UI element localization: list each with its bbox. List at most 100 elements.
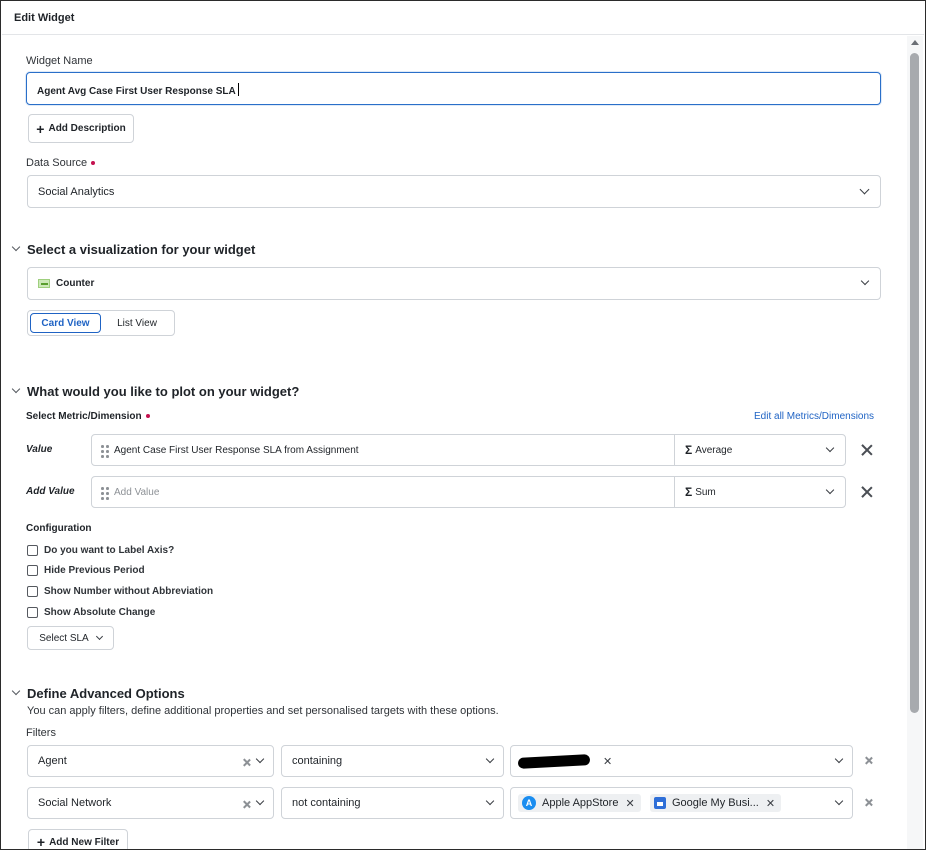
chevron-down-icon	[860, 276, 870, 286]
filter-field-value: Social Network	[38, 797, 112, 809]
data-source-label: Data Source	[26, 157, 96, 169]
visualization-value: Counter	[38, 278, 94, 289]
apple-appstore-icon: A	[522, 796, 536, 810]
view-toggle: Card View List View	[27, 310, 175, 336]
list-view-tab[interactable]: List View	[102, 313, 172, 333]
aggregation-value: Σ Sum	[685, 485, 716, 499]
label-axis-checkbox[interactable]	[27, 545, 38, 556]
chip-label: Apple AppStore	[542, 797, 619, 809]
text-caret	[237, 83, 239, 96]
aggregation-select[interactable]: Σ Average	[675, 435, 845, 465]
add-description-label: Add Description	[48, 123, 126, 134]
widget-name-label: Widget Name	[26, 55, 93, 67]
data-source-select[interactable]: Social Analytics	[27, 175, 881, 208]
plus-icon: +	[36, 834, 46, 850]
add-description-button[interactable]: + Add Description	[28, 114, 134, 143]
configuration-title: Configuration	[26, 523, 92, 534]
add-value-row-label: Add Value	[26, 486, 75, 497]
clear-close-icon[interactable]	[242, 758, 254, 770]
chevron-down-icon	[834, 754, 844, 764]
required-indicator	[91, 161, 96, 166]
required-indicator	[145, 414, 150, 419]
scrollbar-thumb[interactable]	[910, 53, 919, 713]
show-number-checkbox[interactable]	[27, 586, 38, 597]
filter-field-select[interactable]: Agent	[27, 745, 274, 777]
filter-field-value: Agent	[38, 755, 67, 767]
select-sla-label: Select SLA	[39, 632, 89, 644]
add-value-placeholder: Add Value	[114, 487, 160, 498]
aggregation-select[interactable]: Σ Sum	[675, 477, 845, 507]
remove-add-value-close-icon[interactable]	[861, 486, 873, 498]
sigma-icon: Σ	[685, 485, 693, 499]
chip-close-icon[interactable]: ✕	[625, 797, 634, 810]
drag-handle-icon[interactable]	[101, 445, 109, 458]
sigma-icon: Σ	[685, 443, 693, 457]
visualization-select[interactable]: Counter	[27, 267, 881, 300]
label-axis-label: Do you want to Label Axis?	[44, 545, 175, 556]
data-source-label-text: Data Source	[26, 157, 88, 169]
show-absolute-change-checkbox[interactable]	[27, 607, 38, 618]
remove-filter-close-icon[interactable]	[864, 798, 876, 810]
filter-operator-select[interactable]: not containing	[281, 787, 504, 819]
select-sla-button[interactable]: Select SLA	[27, 626, 114, 650]
edit-all-metrics-link[interactable]: Edit all Metrics/Dimensions	[754, 411, 874, 422]
filter-values-select[interactable]: A Apple AppStore ✕ Google My Busi... ✕	[510, 787, 853, 819]
aggregation-text: Average	[695, 444, 733, 456]
show-absolute-change-label: Show Absolute Change	[44, 607, 156, 618]
chevron-down-icon	[825, 485, 835, 495]
collapse-chevron-icon[interactable]	[11, 686, 21, 696]
collapse-chevron-icon[interactable]	[11, 384, 21, 394]
add-new-filter-label: Add New Filter	[49, 836, 120, 848]
chip-label: Google My Busi...	[672, 797, 759, 809]
remove-filter-close-icon[interactable]	[864, 756, 876, 768]
filter-value-chip: ✕	[516, 752, 618, 770]
advanced-section-title: Define Advanced Options	[27, 686, 185, 701]
dialog-header: Edit Widget	[2, 2, 924, 35]
plot-section-title: What would you like to plot on your widg…	[27, 384, 300, 399]
redacted-value	[517, 753, 591, 769]
data-source-value: Social Analytics	[38, 186, 115, 198]
filter-value-chip: Google My Busi... ✕	[650, 794, 782, 812]
chevron-down-icon	[255, 754, 265, 764]
aggregation-text: Sum	[695, 486, 716, 498]
chip-close-icon[interactable]: ✕	[766, 797, 775, 810]
filter-operator-value: containing	[292, 755, 343, 767]
drag-handle-icon[interactable]	[101, 487, 109, 500]
add-value-field[interactable]: Add Value Σ Sum	[91, 476, 846, 508]
aggregation-value: Σ Average	[685, 443, 732, 457]
plus-icon: +	[36, 120, 45, 137]
filter-field-select[interactable]: Social Network	[27, 787, 274, 819]
hide-previous-period-checkbox[interactable]	[27, 565, 38, 576]
collapse-chevron-icon[interactable]	[11, 242, 21, 252]
chevron-down-icon	[859, 184, 870, 195]
hide-previous-period-label: Hide Previous Period	[44, 565, 145, 576]
card-view-tab[interactable]: Card View	[30, 313, 101, 333]
clear-close-icon[interactable]	[242, 800, 254, 812]
widget-name-input[interactable]: Agent Avg Case First User Response SLA	[26, 72, 881, 105]
metric-dimension-text: Select Metric/Dimension	[26, 411, 142, 422]
metric-dimension-label: Select Metric/Dimension	[26, 411, 150, 422]
add-new-filter-button[interactable]: + Add New Filter	[28, 829, 128, 850]
edit-widget-dialog: Edit Widget Widget Name Agent Avg Case F…	[0, 0, 926, 850]
filter-values-select[interactable]: ✕	[510, 745, 853, 777]
visualization-type-label: Counter	[56, 278, 95, 289]
dialog-title: Edit Widget	[14, 12, 75, 24]
chip-close-icon[interactable]: ✕	[603, 755, 612, 768]
chevron-down-icon	[834, 796, 844, 806]
chevron-down-icon	[485, 796, 495, 806]
value-row-label: Value	[26, 444, 53, 455]
remove-value-close-icon[interactable]	[861, 444, 873, 456]
scroll-up-arrow-icon[interactable]	[911, 40, 919, 45]
filter-operator-value: not containing	[292, 797, 361, 809]
chevron-down-icon	[485, 754, 495, 764]
filter-operator-select[interactable]: containing	[281, 745, 504, 777]
vertical-scrollbar[interactable]	[907, 36, 923, 849]
visualization-section-title: Select a visualization for your widget	[27, 242, 256, 257]
widget-name-text: Agent Avg Case First User Response SLA	[37, 86, 236, 97]
counter-chart-icon	[38, 279, 50, 288]
chevron-down-icon	[825, 443, 835, 453]
value-metric-field[interactable]: Agent Case First User Response SLA from …	[91, 434, 846, 466]
widget-name-value: Agent Avg Case First User Response SLA	[37, 83, 239, 97]
chevron-down-icon	[255, 796, 265, 806]
google-my-business-icon	[654, 797, 666, 809]
